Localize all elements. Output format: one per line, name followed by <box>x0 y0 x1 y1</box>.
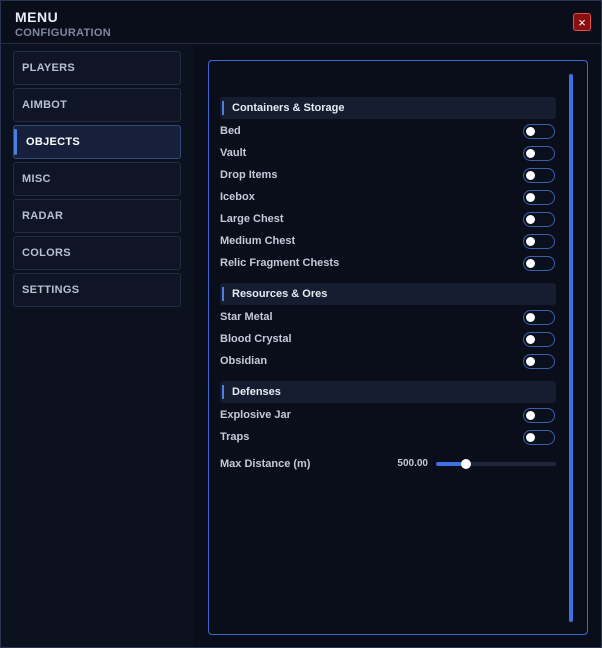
tab-players[interactable]: PLAYERS <box>13 51 181 85</box>
option-toggle[interactable] <box>523 354 555 369</box>
option-label: Star Metal <box>220 311 273 323</box>
toggle-knob <box>526 237 535 246</box>
option-toggle[interactable] <box>523 146 555 161</box>
toggle-knob <box>526 335 535 344</box>
content-scrollbar[interactable] <box>569 74 573 622</box>
option-toggle[interactable] <box>523 408 555 423</box>
option-label: Medium Chest <box>220 235 296 247</box>
option-toggle[interactable] <box>523 332 555 347</box>
option-label: Blood Crystal <box>220 333 292 345</box>
option-toggle[interactable] <box>523 212 555 227</box>
tab-colors[interactable]: COLORS <box>13 236 181 270</box>
max-distance-value: 500.00 <box>397 458 428 469</box>
toggle-knob <box>526 433 535 442</box>
option-toggle[interactable] <box>523 310 555 325</box>
menu-subtitle: CONFIGURATION <box>15 27 111 39</box>
max-distance-label: Max Distance (m) <box>220 458 311 470</box>
option-label: Vault <box>220 147 247 159</box>
option-toggle[interactable] <box>523 190 555 205</box>
toggle-knob <box>526 193 535 202</box>
section-header: Defenses <box>220 381 556 403</box>
toggle-knob <box>526 149 535 158</box>
tab-misc[interactable]: MISC <box>13 162 181 196</box>
tab-radar[interactable]: RADAR <box>13 199 181 233</box>
tab-aimbot[interactable]: AIMBOT <box>13 88 181 122</box>
close-icon: × <box>578 15 586 30</box>
option-label: Relic Fragment Chests <box>220 257 340 269</box>
option-label: Explosive Jar <box>220 409 291 421</box>
option-label: Obsidian <box>220 355 268 367</box>
menu-title: MENU <box>15 9 59 25</box>
close-button[interactable]: × <box>573 13 591 31</box>
toggle-knob <box>526 259 535 268</box>
menu-window: MENU CONFIGURATION × PLAYERS AIMBOT OBJECT… <box>0 0 602 648</box>
max-distance-slider[interactable] <box>436 459 556 469</box>
option-label: Large Chest <box>220 213 284 225</box>
menu-header: MENU CONFIGURATION <box>15 9 111 39</box>
section-header: Containers & Storage <box>220 97 556 119</box>
option-label: Bed <box>220 125 241 137</box>
option-label: Icebox <box>220 191 255 203</box>
slider-handle[interactable] <box>461 459 471 469</box>
option-toggle[interactable] <box>523 430 555 445</box>
toggle-knob <box>526 127 535 136</box>
toggle-knob <box>526 357 535 366</box>
tab-objects[interactable]: OBJECTS <box>13 125 181 159</box>
option-label: Traps <box>220 431 250 443</box>
toggle-knob <box>526 313 535 322</box>
option-toggle[interactable] <box>523 234 555 249</box>
toggle-knob <box>526 215 535 224</box>
section-header: Resources & Ores <box>220 283 556 305</box>
option-toggle[interactable] <box>523 168 555 183</box>
option-toggle[interactable] <box>523 256 555 271</box>
tab-settings[interactable]: SETTINGS <box>13 273 181 307</box>
toggle-knob <box>526 171 535 180</box>
option-toggle[interactable] <box>523 124 555 139</box>
toggle-knob <box>526 411 535 420</box>
option-label: Drop Items <box>220 169 278 181</box>
